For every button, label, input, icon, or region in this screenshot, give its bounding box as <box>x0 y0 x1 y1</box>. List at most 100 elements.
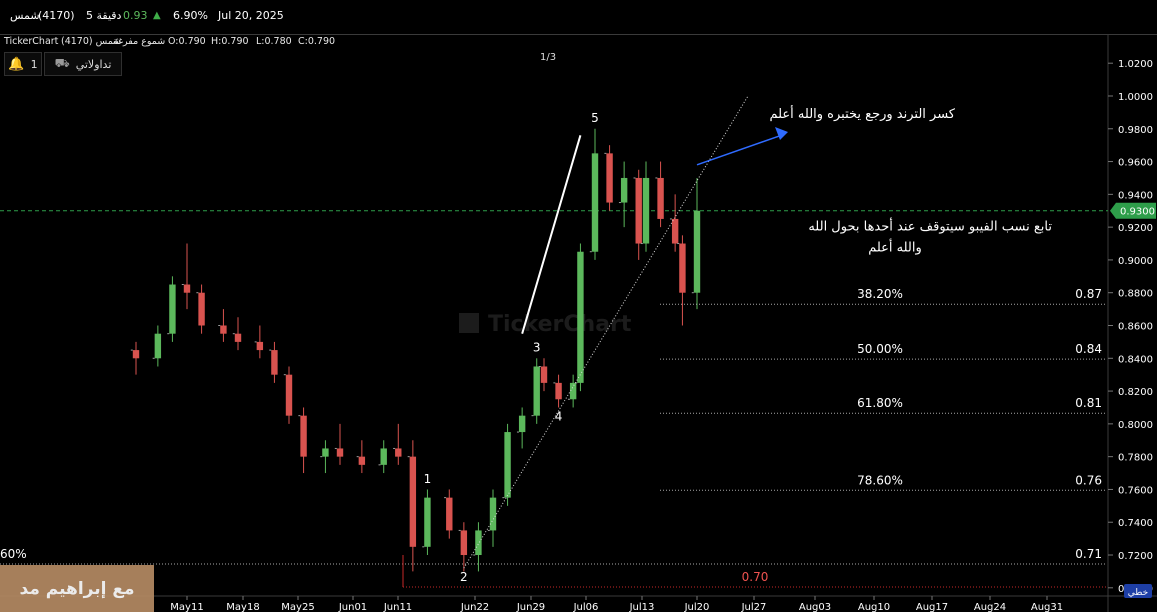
y-tick-label: 0.7200 <box>1118 551 1153 562</box>
candle-body <box>555 382 562 400</box>
wave-label: 3 <box>533 341 541 355</box>
x-tick-label: Aug31 <box>1031 602 1063 612</box>
x-tick-label: Jul06 <box>573 602 599 612</box>
y-tick-label: 0.9800 <box>1118 125 1153 136</box>
wave-label: 5 <box>591 111 599 125</box>
candle-body <box>256 341 264 351</box>
candle-body <box>533 366 540 416</box>
candle-body <box>446 497 453 531</box>
candle-body <box>169 284 176 334</box>
fib-level-value: 0.71 <box>1075 547 1102 561</box>
candle-body <box>577 251 584 383</box>
fib-level-value: 0.76 <box>1075 473 1102 487</box>
candle-body <box>358 456 366 465</box>
chart-style-label[interactable]: شموع مفرغة <box>113 36 165 47</box>
impulse-line <box>521 135 582 334</box>
candle-body <box>154 333 162 359</box>
projection-arrow-line <box>696 134 783 166</box>
brand-label: TickerChart <box>4 36 59 47</box>
fib-level-percent: 38.20% <box>857 287 903 301</box>
candle-body <box>380 448 387 465</box>
y-tick-label: 0.9600 <box>1118 158 1153 169</box>
candle-body <box>424 497 431 547</box>
x-tick-label: Jun29 <box>516 602 545 612</box>
y-tick-label: 0.8800 <box>1118 289 1153 300</box>
candle-body <box>489 497 497 531</box>
y-tick-label: 0.7600 <box>1118 485 1153 496</box>
candle-body <box>300 415 307 457</box>
x-tick-label: Jul27 <box>741 602 767 612</box>
candle-body <box>635 177 642 244</box>
candle-body <box>395 448 402 457</box>
change-percent: 6.90% <box>173 9 208 22</box>
x-tick-label: Aug10 <box>858 602 890 612</box>
fib-level-value: 0.84 <box>1075 342 1102 356</box>
my-trades-label: تداولاتي <box>75 57 112 71</box>
candle-body <box>132 350 140 359</box>
candle-body <box>460 530 468 556</box>
open-value: O:0.790 <box>168 36 206 47</box>
fib-level-percent: 60% <box>0 547 27 561</box>
y-tick-label: 0.7800 <box>1118 453 1153 464</box>
date-label: Jul 20, 2025 <box>218 9 284 22</box>
y-tick-label: 0.9400 <box>1118 190 1153 201</box>
x-tick-label: Aug17 <box>916 602 948 612</box>
last-price-label: 0.9300 <box>1120 207 1155 218</box>
fib-level-percent: 61.80% <box>857 396 903 410</box>
y-tick-label: 0.8000 <box>1118 420 1153 431</box>
cart-icon: ⛟ <box>54 56 70 70</box>
candle-body <box>220 325 227 334</box>
candle-body <box>606 153 613 203</box>
x-tick-label: Jun11 <box>383 602 412 612</box>
x-tick-label: Aug03 <box>799 602 831 612</box>
alerts-button[interactable]: 🔔 1 <box>4 52 42 76</box>
candle-body <box>183 284 191 293</box>
ohlc-info-bar: TickerChart شمس (4170) شموع مفرغة O:0.79… <box>0 35 560 49</box>
page-indicator: 1/3 <box>540 52 557 63</box>
price-chart[interactable]: TickerChart 1.0200 1.0000 0.9800 0.9600 0.940… <box>0 35 1157 612</box>
candle-body <box>591 153 599 252</box>
y-tick-label: 0.8400 <box>1118 354 1153 365</box>
fib-level-percent: 78.60% <box>857 473 903 487</box>
up-triangle-icon: ▲ <box>153 10 161 21</box>
alerts-count: 1 <box>30 57 38 71</box>
arrow-head-icon <box>775 127 788 141</box>
y-tick-label: 0.8200 <box>1118 387 1153 398</box>
candle-body <box>285 374 293 416</box>
high-value: H:0.790 <box>211 36 249 47</box>
candle-body <box>679 243 686 293</box>
wave-label: 1 <box>424 472 432 486</box>
my-trades-button[interactable]: ⛟ تداولاتي <box>44 52 122 76</box>
x-tick-label: May18 <box>226 602 259 612</box>
candle-body <box>569 382 577 400</box>
low-value: L:0.780 <box>256 36 292 47</box>
candle-body <box>693 210 701 293</box>
wave-label: 2 <box>460 570 468 584</box>
trend-break-note: كسر الترند ورجع يختبره والله أعلم <box>769 105 955 122</box>
symbol-name[interactable]: شمس <box>10 9 40 22</box>
y-tick-label: 0.9000 <box>1118 256 1153 267</box>
close-value: C:0.790 <box>298 36 336 47</box>
change-value: 0.93 <box>123 9 148 22</box>
interval-label[interactable]: 5 دقيقة <box>86 9 121 22</box>
fib-level-value: 0.87 <box>1075 287 1102 301</box>
candle-body <box>271 350 278 375</box>
bell-icon: 🔔 <box>8 56 25 72</box>
fib-level-percent: 50.00% <box>857 342 903 356</box>
candle-body <box>504 432 511 498</box>
candle-body <box>336 448 344 457</box>
x-tick-label: Jun01 <box>338 602 367 612</box>
candle-body <box>518 415 526 433</box>
candle-body <box>322 448 329 457</box>
candle-body <box>198 292 205 326</box>
candle-body <box>409 456 417 547</box>
wave-label: 4 <box>555 410 563 424</box>
candle-body <box>642 177 650 244</box>
symbol-code: (4170) <box>38 9 75 22</box>
x-tick-label: Jul20 <box>684 602 710 612</box>
top-toolbar: شمس (4170) 5 دقيقة 0.93 ▲ 6.90% Jul 20, … <box>0 0 1157 35</box>
candle-body <box>671 218 679 244</box>
watermark-logo <box>459 313 479 333</box>
y-tick-label: 0.8600 <box>1118 322 1153 333</box>
y-tick-label: 1.0000 <box>1118 92 1153 103</box>
